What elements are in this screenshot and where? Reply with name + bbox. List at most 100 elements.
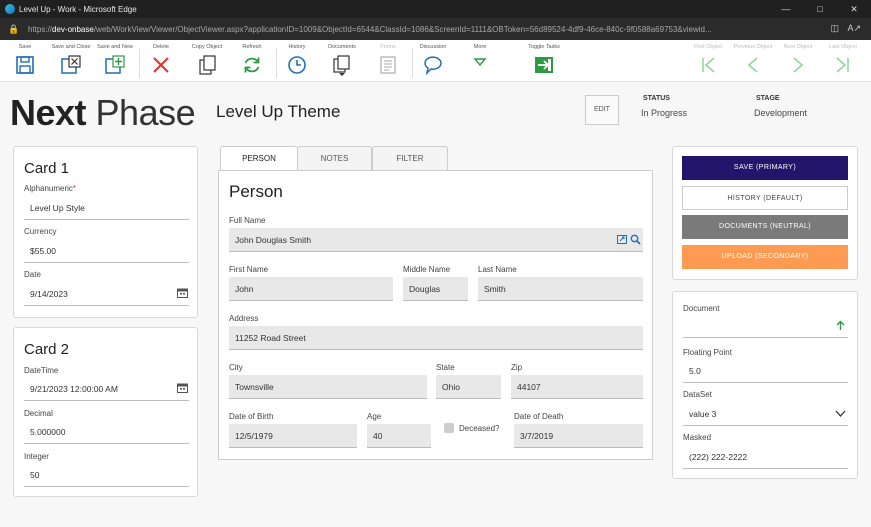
masked-field[interactable]: (222) 222-2222 [689, 452, 747, 462]
tab-filter[interactable]: FILTER [372, 146, 448, 170]
speech-bubble-icon [424, 56, 442, 76]
window-title: Level Up - Work - Microsoft Edge [19, 4, 137, 14]
maximize-icon[interactable]: □ [803, 0, 837, 18]
reading-view-icon[interactable]: ◫ [830, 23, 839, 34]
zip-field[interactable]: 44107 [511, 375, 643, 399]
next-object-button[interactable]: Next Object [775, 44, 821, 76]
close-icon[interactable]: ✕ [837, 0, 871, 18]
state-field[interactable]: Ohio [436, 375, 501, 399]
dob-label: Date of Birth [229, 412, 274, 421]
chevron-down-icon[interactable] [835, 410, 846, 417]
deceased-label: Deceased? [459, 424, 500, 433]
upload-secondary-button[interactable]: UPLOAD (SECONDARY) [682, 245, 848, 269]
documents-icon [333, 55, 350, 76]
toggle-tasks-icon [535, 57, 553, 73]
toggle-tasks-button[interactable]: Toggle Tasks [521, 44, 567, 76]
edge-app-icon [5, 4, 15, 14]
date-label: Date [24, 270, 41, 279]
documents-neutral-button[interactable]: DOCUMENTS (NEUTRAL) [682, 215, 848, 239]
date-field[interactable]: 9/14/2023 [30, 289, 68, 299]
person-panel: Person Full Name John Douglas Smith Firs… [218, 170, 653, 460]
forms-button[interactable]: Forms [365, 44, 411, 76]
currency-field[interactable]: $55.00 [30, 246, 56, 256]
decimal-field[interactable]: 5.000000 [30, 427, 65, 437]
tab-person[interactable]: PERSON [220, 146, 298, 171]
floating-point-label: Floating Point [683, 348, 732, 357]
address-bar[interactable]: 🔒 https://dev-onbase/web/WorkView/Viewer… [0, 18, 871, 40]
minimize-icon[interactable]: — [769, 0, 803, 18]
save-and-new-button[interactable]: Save and New [92, 44, 138, 76]
upload-arrow-icon[interactable] [836, 320, 845, 331]
last-name-field[interactable]: Smith [478, 277, 643, 301]
read-aloud-icon[interactable]: A↗ [847, 23, 861, 34]
field-underline [24, 262, 189, 263]
first-icon [702, 57, 715, 73]
calendar-icon[interactable] [177, 383, 188, 393]
alphanumeric-field[interactable]: Level Up Style [30, 203, 85, 213]
dataset-label: DataSet [683, 390, 712, 399]
dataset-select[interactable]: value 3 [689, 409, 716, 419]
dob-field[interactable]: 12/5/1979 [229, 424, 357, 448]
dod-field[interactable]: 3/7/2019 [514, 424, 643, 448]
history-button[interactable]: History [274, 44, 320, 76]
next-icon [793, 57, 804, 73]
age-label: Age [367, 412, 382, 421]
side-fields-card: Document Floating Point 5.0 DataSet valu… [672, 291, 858, 479]
clock-icon [288, 56, 306, 74]
previous-object-button[interactable]: Previous Object [730, 44, 776, 76]
delete-button[interactable]: Delete [138, 44, 184, 76]
currency-label: Currency [24, 227, 57, 236]
card-title: Card 1 [24, 160, 70, 177]
field-underline [683, 425, 848, 426]
save-button[interactable]: Save [2, 44, 48, 76]
card-1: Card 1 Alphanumeric* Level Up Style Curr… [13, 146, 198, 318]
tab-notes[interactable]: NOTES [297, 146, 372, 170]
deceased-checkbox[interactable] [444, 423, 454, 433]
refresh-icon [244, 57, 260, 73]
required-marker: * [72, 184, 77, 193]
copy-object-button[interactable]: Copy Object [184, 44, 230, 76]
datetime-field[interactable]: 9/21/2023 12:00:00 AM [30, 384, 118, 394]
address-field[interactable]: 11252 Road Street [229, 326, 643, 350]
lookup-icon[interactable] [617, 235, 627, 245]
full-name-field[interactable]: John Douglas Smith [229, 228, 643, 252]
save-and-close-button[interactable]: Save and Close [48, 44, 94, 76]
floppy-disk-icon [16, 56, 34, 74]
refresh-button[interactable]: Refresh [229, 44, 275, 76]
field-underline [683, 468, 848, 469]
save-close-icon [61, 55, 81, 74]
age-field[interactable]: 40 [367, 424, 431, 448]
calendar-icon[interactable] [177, 288, 188, 298]
delete-x-icon [153, 57, 169, 73]
last-object-button[interactable]: Last Object [820, 44, 866, 76]
middle-name-label: Middle Name [403, 265, 451, 274]
city-label: City [229, 363, 243, 372]
decimal-label: Decimal [24, 409, 53, 418]
object-viewer: Next Phase Level Up Theme EDIT STATUS In… [0, 82, 871, 527]
copy-icon [199, 55, 216, 75]
floating-point-field[interactable]: 5.0 [689, 366, 701, 376]
search-icon[interactable] [630, 234, 641, 245]
masked-label: Masked [683, 433, 712, 442]
url-text[interactable]: https://dev-onbase/web/WorkView/Viewer/O… [28, 25, 798, 34]
datetime-label: DateTime [24, 366, 59, 375]
discussion-button[interactable]: Discussion [410, 44, 456, 76]
lock-icon[interactable]: 🔒 [8, 24, 20, 35]
address-label: Address [229, 314, 259, 323]
full-name-label: Full Name [229, 216, 266, 225]
stage-value: Development [754, 108, 808, 118]
city-field[interactable]: Townsville [229, 375, 427, 399]
chevron-down-icon [473, 58, 487, 67]
history-default-button[interactable]: HISTORY (DEFAULT) [682, 186, 848, 210]
field-underline [24, 219, 189, 220]
document-label: Document [683, 304, 720, 313]
first-object-button[interactable]: First Object [685, 44, 731, 76]
middle-name-field[interactable]: Douglas [403, 277, 468, 301]
documents-button[interactable]: Documents [319, 44, 365, 76]
integer-field[interactable]: 50 [30, 470, 39, 480]
save-primary-button[interactable]: SAVE (PRIMARY) [682, 156, 848, 180]
edit-button[interactable]: EDIT [585, 95, 619, 125]
first-name-field[interactable]: John [229, 277, 393, 301]
more-button[interactable]: More [457, 44, 503, 76]
integer-label: Integer [24, 452, 49, 461]
